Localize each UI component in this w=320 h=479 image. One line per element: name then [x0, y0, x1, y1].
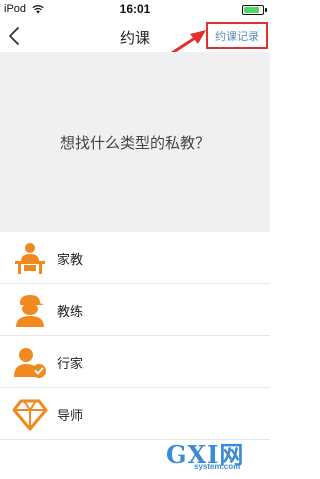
watermark-logo: GXI网 system.com [166, 435, 266, 475]
diamond-icon [12, 399, 48, 431]
category-label: 导师 [57, 408, 84, 423]
category-label: 家教 [57, 252, 84, 267]
category-label: 行家 [57, 356, 84, 371]
category-item-coach[interactable]: 教练 [0, 284, 270, 336]
clock: 16:01 [119, 2, 151, 16]
expert-check-icon [14, 348, 46, 378]
status-bar: iPod 16:01 [0, 0, 270, 20]
category-item-expert[interactable]: 行家 [0, 336, 270, 388]
booking-records-button[interactable]: 约课记录 [206, 22, 268, 49]
category-list: 家教 教练 行家 导师 [0, 232, 270, 440]
battery-level [244, 7, 259, 13]
category-item-mentor[interactable]: 导师 [0, 388, 270, 440]
category-item-tutor[interactable]: 家教 [0, 232, 270, 284]
battery-icon [242, 5, 264, 15]
nav-bar: 约课 约课记录 [0, 20, 270, 52]
hero-question: 想找什么类型的私教？ [59, 135, 210, 152]
category-label: 教练 [57, 304, 84, 319]
battery-cap [265, 8, 267, 12]
watermark-domain: system.com [194, 462, 241, 471]
tutor-at-desk-icon [15, 243, 45, 274]
coach-cap-icon [16, 295, 44, 327]
